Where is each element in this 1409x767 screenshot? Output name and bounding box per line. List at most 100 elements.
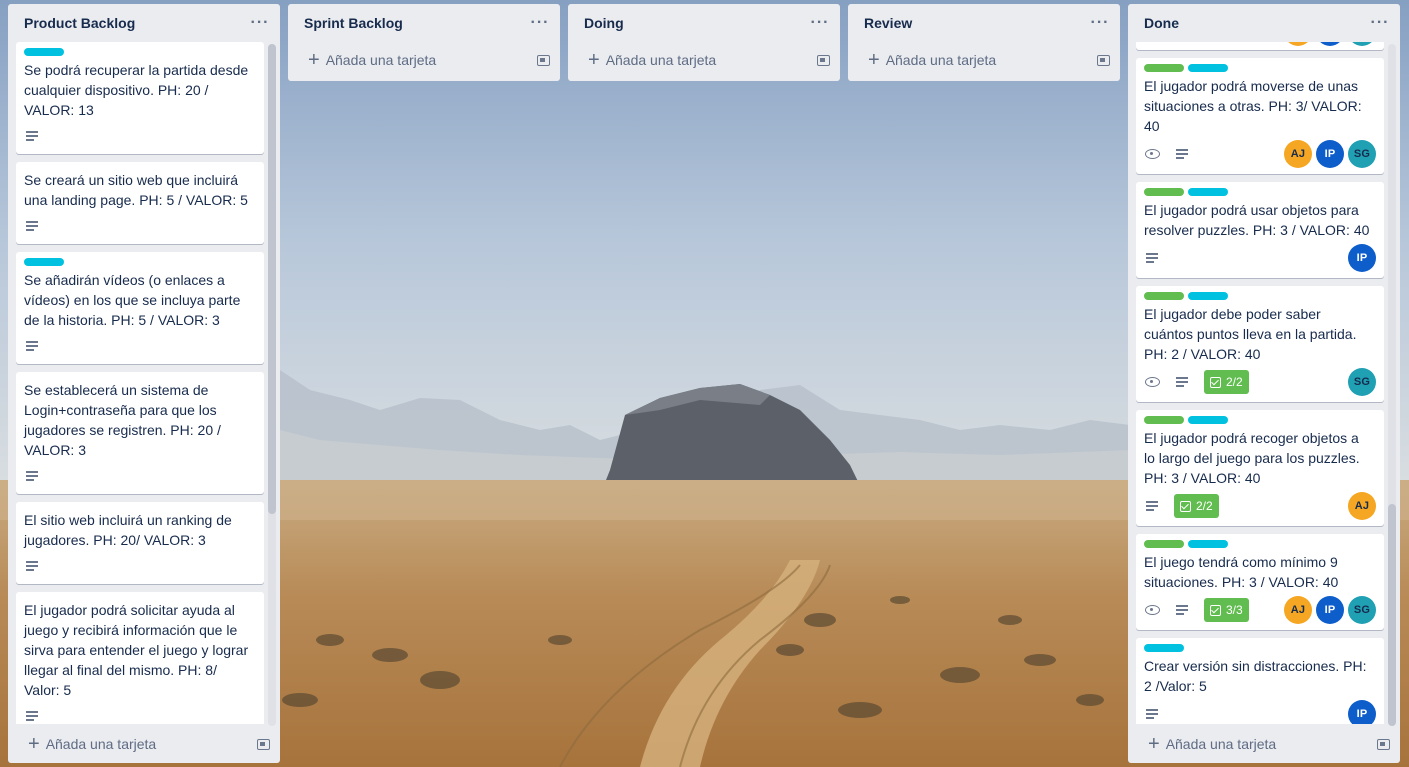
description-icon xyxy=(1174,146,1190,162)
card-title: El jugador podrá usar objetos para resol… xyxy=(1144,202,1370,238)
card[interactable]: El jugador debe poder saber cuántos punt… xyxy=(1136,286,1384,402)
checklist-icon xyxy=(1210,376,1221,388)
card-members: AJ IP SG xyxy=(1284,596,1376,624)
label-green[interactable] xyxy=(1144,292,1184,300)
card[interactable]: Crear versión sin distracciones. PH: 2 /… xyxy=(1136,638,1384,724)
card[interactable]: El jugador podrá usar objetos para resol… xyxy=(1136,182,1384,278)
card[interactable]: El jugador podrá moverse de unas situaci… xyxy=(1136,58,1384,174)
add-card-row: + Añada una tarjeta xyxy=(568,42,840,78)
card-title: El jugador podrá moverse de unas situaci… xyxy=(1144,78,1362,134)
list-done: Done ··· El jugador podrá moverse de una… xyxy=(1128,4,1400,763)
scrollbar-thumb[interactable] xyxy=(268,44,276,514)
avatar[interactable]: IP xyxy=(1348,700,1376,724)
card[interactable]: Se creará un sitio web que incluirá una … xyxy=(16,162,264,244)
card-title: El jugador podrá recoger objetos a lo la… xyxy=(1144,430,1360,486)
list-scrollbar[interactable] xyxy=(268,44,276,726)
avatar[interactable]: IP xyxy=(1316,596,1344,624)
checklist-count: 2/2 xyxy=(1226,375,1243,389)
card-template-icon[interactable] xyxy=(817,54,830,66)
watch-icon xyxy=(1144,602,1160,618)
list-header: Doing ··· xyxy=(568,4,840,42)
card-title: Se añadirán vídeos (o enlaces a vídeos) … xyxy=(24,272,241,328)
add-card-label: Añada una tarjeta xyxy=(325,52,437,68)
avatar[interactable]: AJ xyxy=(1284,140,1312,168)
list-review: Review ··· + Añada una tarjeta xyxy=(848,4,1120,81)
avatar[interactable]: SG xyxy=(1348,596,1376,624)
scrollbar-thumb[interactable] xyxy=(1388,504,1396,726)
avatar[interactable]: IP xyxy=(1316,140,1344,168)
add-card-button[interactable]: + Añada una tarjeta xyxy=(28,733,157,755)
card-badges xyxy=(24,554,256,578)
card[interactable]: Se añadirán vídeos (o enlaces a vídeos) … xyxy=(16,252,264,364)
card-labels xyxy=(1144,540,1376,548)
plus-icon: + xyxy=(28,733,40,755)
avatar[interactable]: SG xyxy=(1348,140,1376,168)
label-cyan[interactable] xyxy=(1188,292,1228,300)
list-title[interactable]: Done xyxy=(1144,15,1179,31)
avatar[interactable] xyxy=(1348,42,1376,46)
avatar[interactable]: AJ xyxy=(1284,596,1312,624)
card-template-icon[interactable] xyxy=(257,738,270,750)
add-card-button[interactable]: + Añada una tarjeta xyxy=(868,50,996,70)
checklist-icon xyxy=(1210,604,1221,616)
list-title[interactable]: Product Backlog xyxy=(24,15,135,31)
label-cyan[interactable] xyxy=(1188,64,1228,72)
label-cyan[interactable] xyxy=(1188,416,1228,424)
card[interactable]: El jugador podrá recoger objetos a lo la… xyxy=(1136,410,1384,526)
card[interactable]: El juego tendrá como mínimo 9 situacione… xyxy=(1136,534,1384,630)
list-menu-icon[interactable]: ··· xyxy=(528,14,552,32)
list-menu-icon[interactable]: ··· xyxy=(1368,14,1392,32)
avatar[interactable] xyxy=(1316,42,1344,46)
label-cyan[interactable] xyxy=(1144,644,1184,652)
card-badges xyxy=(24,214,256,238)
label-cyan[interactable] xyxy=(24,48,64,56)
card-members: IP xyxy=(1348,244,1376,272)
card-title: El sitio web incluirá un ranking de juga… xyxy=(24,512,232,548)
card-partial[interactable] xyxy=(1136,42,1384,50)
list-menu-icon[interactable]: ··· xyxy=(248,14,272,32)
checklist-count: 2/2 xyxy=(1196,499,1213,513)
label-green[interactable] xyxy=(1144,64,1184,72)
description-icon xyxy=(1144,250,1160,266)
list-menu-icon[interactable]: ··· xyxy=(1088,14,1112,32)
description-icon xyxy=(24,128,40,144)
list-title[interactable]: Review xyxy=(864,15,912,31)
card-badges xyxy=(24,124,256,148)
card-members: AJ IP SG xyxy=(1284,140,1376,168)
card-members: AJ xyxy=(1348,492,1376,520)
add-card-label: Añada una tarjeta xyxy=(45,736,157,752)
add-card-row: + Añada una tarjeta xyxy=(8,726,280,762)
list-header: Sprint Backlog ··· xyxy=(288,4,560,42)
label-cyan[interactable] xyxy=(24,258,64,266)
card-template-icon[interactable] xyxy=(1097,54,1110,66)
card-labels xyxy=(1144,416,1376,424)
label-cyan[interactable] xyxy=(1188,540,1228,548)
card-container: El jugador podrá moverse de unas situaci… xyxy=(1128,42,1400,724)
add-card-button[interactable]: + Añada una tarjeta xyxy=(308,50,437,70)
avatar[interactable]: IP xyxy=(1348,244,1376,272)
add-card-button[interactable]: + Añada una tarjeta xyxy=(1148,734,1276,754)
card[interactable]: Se establecerá un sistema de Login+contr… xyxy=(16,372,264,494)
card-template-icon[interactable] xyxy=(537,54,550,66)
add-card-button[interactable]: + Añada una tarjeta xyxy=(588,50,716,70)
card[interactable]: Se podrá recuperar la partida desde cual… xyxy=(16,42,264,154)
label-cyan[interactable] xyxy=(1188,188,1228,196)
card[interactable]: El sitio web incluirá un ranking de juga… xyxy=(16,502,264,584)
add-card-row: + Añada una tarjeta xyxy=(1128,726,1400,762)
card[interactable]: El jugador podrá solicitar ayuda al jueg… xyxy=(16,592,264,724)
label-green[interactable] xyxy=(1144,416,1184,424)
list-scrollbar[interactable] xyxy=(1388,44,1396,726)
avatar[interactable]: AJ xyxy=(1348,492,1376,520)
description-icon xyxy=(24,338,40,354)
list-title[interactable]: Sprint Backlog xyxy=(304,15,403,31)
card-container: Se podrá recuperar la partida desde cual… xyxy=(8,42,280,724)
list-menu-icon[interactable]: ··· xyxy=(808,14,832,32)
avatar[interactable] xyxy=(1284,42,1312,46)
list-title[interactable]: Doing xyxy=(584,15,624,31)
label-green[interactable] xyxy=(1144,188,1184,196)
label-green[interactable] xyxy=(1144,540,1184,548)
avatar[interactable]: SG xyxy=(1348,368,1376,396)
card-labels xyxy=(1144,64,1376,72)
card-template-icon[interactable] xyxy=(1377,738,1390,750)
card-labels xyxy=(1144,644,1376,652)
